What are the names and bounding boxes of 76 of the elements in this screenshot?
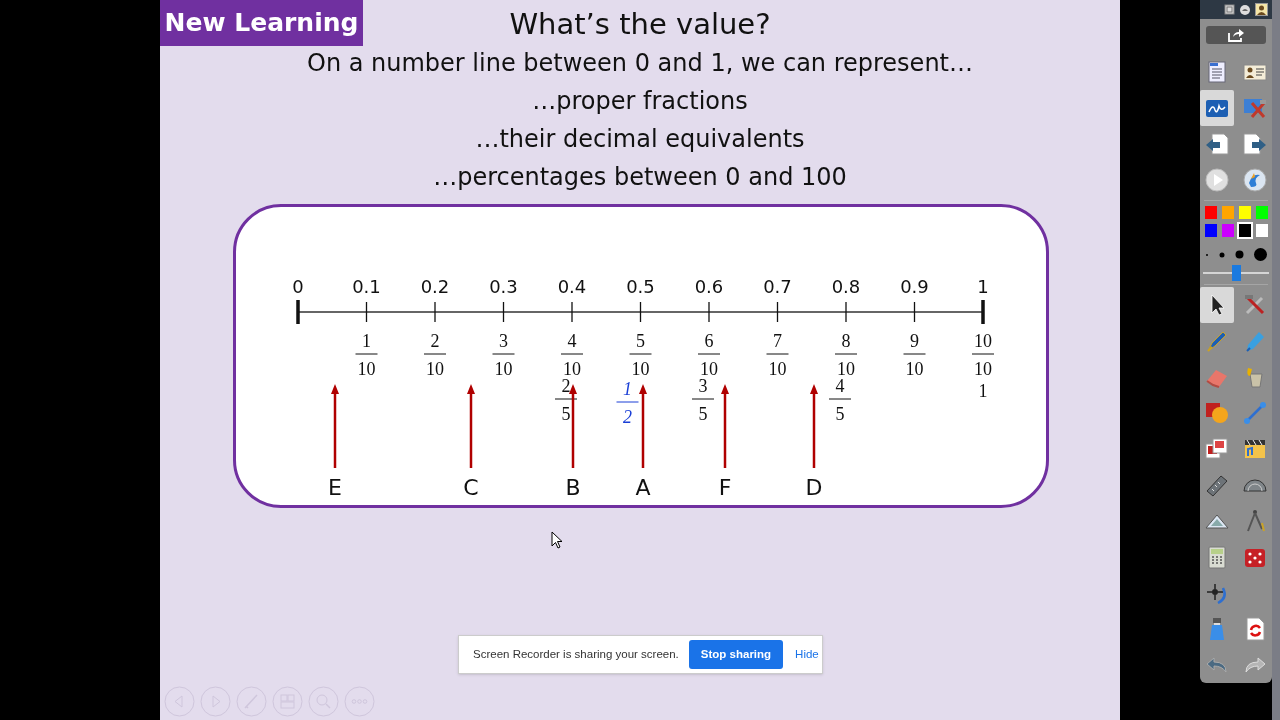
- color-swatch[interactable]: [1219, 222, 1236, 240]
- play-icon: [1204, 167, 1230, 194]
- pen-size-icon[interactable]: [1219, 251, 1225, 258]
- tick-mark: [981, 300, 985, 324]
- point-label: E: [328, 475, 342, 500]
- fraction-label: 5 10: [629, 331, 652, 379]
- previous-page-icon: [1204, 131, 1230, 158]
- decimal-label: 0.6: [694, 276, 724, 297]
- decimal-label: 0.8: [831, 276, 861, 297]
- share-icon: [1227, 27, 1245, 42]
- equivalent-fraction: 3 5: [691, 376, 715, 424]
- decimal-label: 0.9: [900, 276, 929, 297]
- point-label: F: [718, 475, 732, 500]
- fraction-label: 8 10: [834, 331, 858, 379]
- color-swatch[interactable]: [1202, 222, 1219, 240]
- hide-link[interactable]: Hide: [795, 645, 819, 664]
- point-label: A: [635, 475, 651, 500]
- color-swatch[interactable]: [1219, 204, 1236, 222]
- fraction-label: 2 10: [423, 331, 447, 379]
- handwritten-fraction: 1 2: [616, 379, 639, 427]
- cloud-icon[interactable]: [1239, 3, 1251, 15]
- decimal-label: 0.3: [489, 276, 518, 297]
- point-label: C: [463, 475, 479, 500]
- decimal-label: 0.7: [763, 276, 792, 297]
- tick-mark: [365, 301, 368, 323]
- tick-mark: [913, 301, 916, 323]
- equivalent-fraction: 2 5: [554, 376, 578, 424]
- shapes-icon: [1204, 400, 1230, 426]
- fraction-label: 4 10: [560, 331, 584, 379]
- tick-mark: [708, 301, 710, 323]
- whole-number-label: 1: [978, 381, 988, 401]
- tick-mark: [502, 301, 505, 323]
- user-icon[interactable]: [1255, 2, 1268, 16]
- section-tag: New Learning: [160, 0, 363, 46]
- fraction-label: 3 10: [492, 331, 515, 379]
- tick-mark: [776, 301, 779, 323]
- tick-mark: [571, 301, 573, 323]
- tick-mark: [639, 301, 642, 323]
- minimize-icon[interactable]: [1224, 3, 1235, 15]
- slide-text-line: On a number line between 0 and 1, we can represent…: [307, 48, 973, 79]
- color-swatch[interactable]: [1236, 204, 1253, 222]
- point-label: B: [565, 475, 581, 500]
- gallery-icon: [1204, 436, 1230, 462]
- color-swatch[interactable]: [1253, 204, 1270, 222]
- share-button[interactable]: [1206, 25, 1266, 45]
- slide-text-line: …proper fractions: [532, 86, 748, 117]
- decimal-label: 0.2: [420, 276, 450, 297]
- tick-mark: [434, 301, 436, 323]
- fraction-label: 7 10: [766, 331, 789, 379]
- slide-text-line: …percentages between 0 and 100: [433, 162, 847, 193]
- point-label: D: [805, 475, 823, 500]
- fraction-label: 1 10: [355, 331, 378, 379]
- sharing-message: Screen Recorder is sharing your screen.: [473, 646, 679, 662]
- decimal-label: 1: [977, 276, 989, 297]
- pen-size-icon[interactable]: [1254, 248, 1267, 262]
- swirl-icon: [1242, 167, 1268, 194]
- thickness-slider[interactable]: [1203, 265, 1269, 281]
- decimal-label: 0.1: [352, 276, 381, 297]
- tick-mark: [845, 301, 847, 323]
- fraction-label: 6 10: [697, 331, 721, 379]
- decimal-label: 0.5: [626, 276, 655, 297]
- tool-button[interactable]: [1200, 287, 1234, 323]
- equivalent-fraction: 4 5: [828, 376, 852, 424]
- tick-mark: [296, 300, 300, 324]
- color-swatch[interactable]: [1202, 204, 1219, 222]
- fraction-label: 9 10: [903, 331, 926, 379]
- stop-sharing-button[interactable]: Stop sharing: [688, 640, 784, 669]
- color-swatch[interactable]: [1253, 222, 1270, 240]
- decimal-label: 0.4: [557, 276, 587, 297]
- slide-text-line: …their decimal equivalents: [475, 124, 805, 155]
- fraction-label: 10 10: [971, 331, 995, 379]
- cursor-icon: [551, 531, 563, 549]
- slide-title: What’s the value?: [509, 6, 771, 43]
- decimal-label: 0: [292, 276, 304, 297]
- next-page-icon: [1242, 131, 1268, 158]
- line-tool-icon: [1242, 400, 1268, 426]
